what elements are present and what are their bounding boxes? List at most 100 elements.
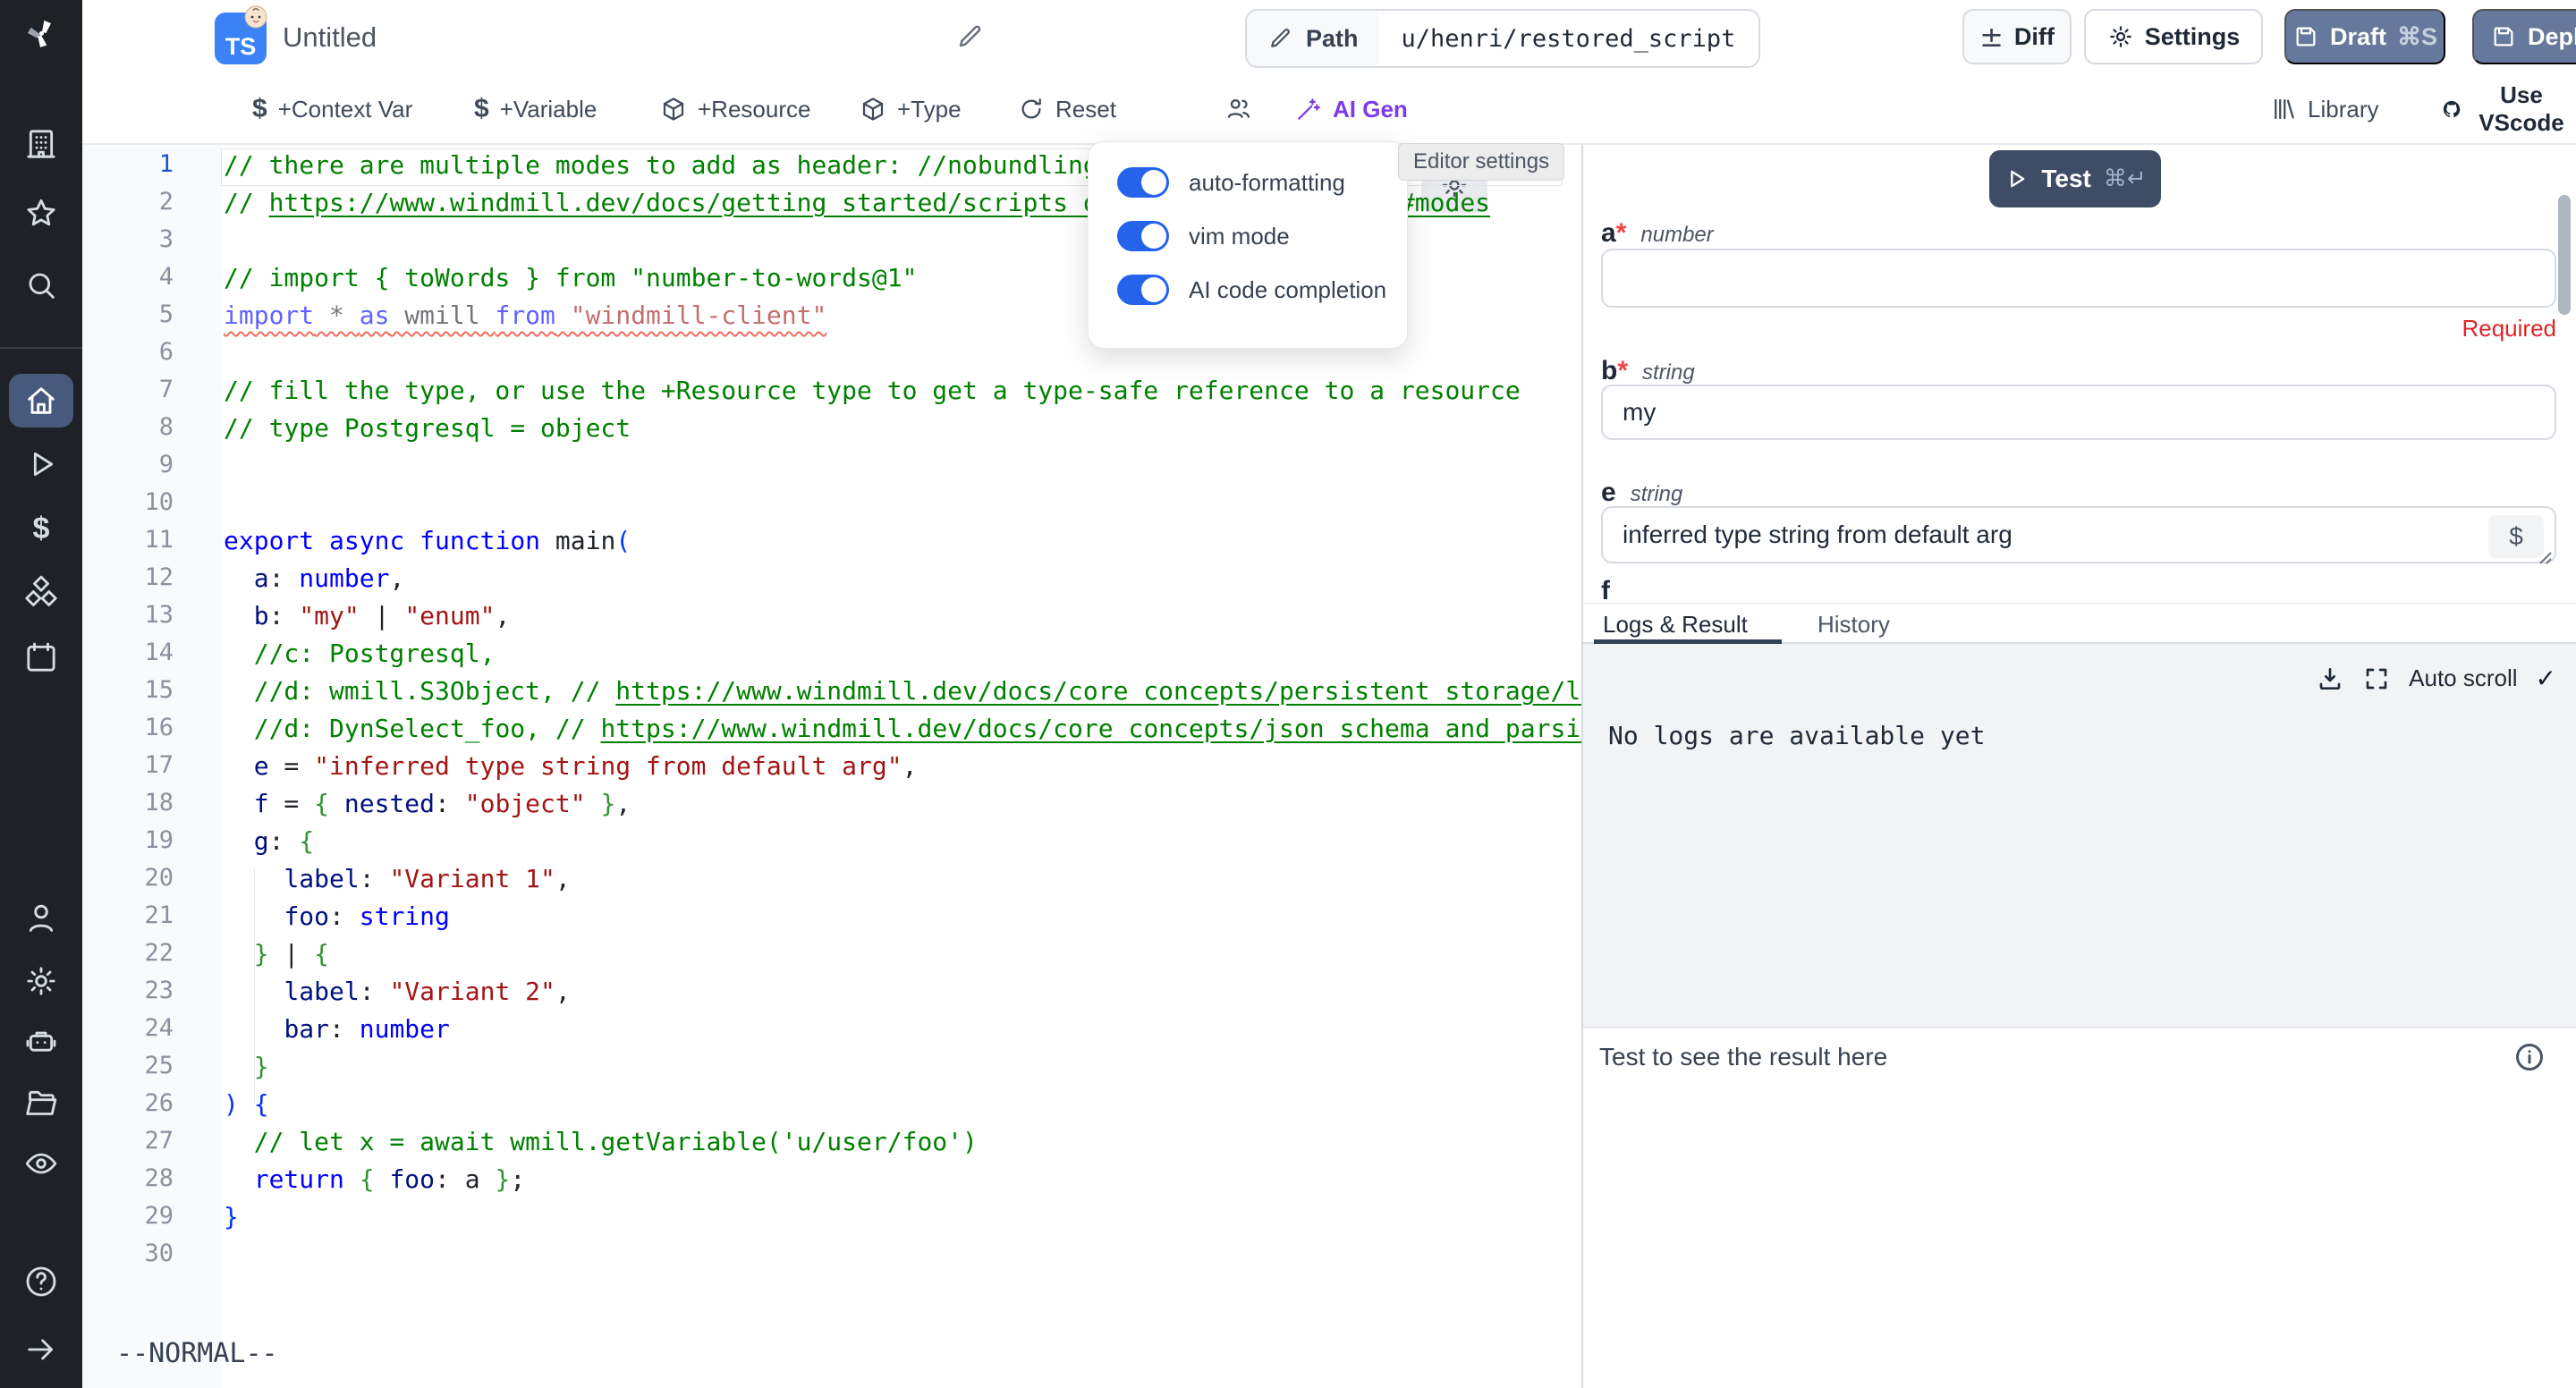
setting-toggle-on[interactable] <box>1117 167 1169 198</box>
code-line[interactable]: // there are multiple modes to add as he… <box>224 150 1098 188</box>
context-var-dollar-icon: $ <box>252 94 267 124</box>
field-a-input[interactable] <box>1601 249 2556 308</box>
tab-history[interactable]: History <box>1818 611 1890 639</box>
code-line[interactable]: label: "Variant 2", <box>224 977 571 1014</box>
add-context-var-button[interactable]: $ +Context Var <box>247 75 418 143</box>
code-line[interactable]: f = { nested: "object" }, <box>224 789 631 826</box>
required-asterisk: * <box>1616 218 1627 248</box>
line-number: 27 <box>82 1127 174 1164</box>
setting-label: AI code completion <box>1189 276 1386 304</box>
auto-scroll-checkmark-icon[interactable]: ✓ <box>2536 664 2556 693</box>
code-line[interactable]: //c: Postgresql, <box>224 639 495 676</box>
sidebar-item-settings-gear-icon[interactable] <box>21 961 62 1002</box>
deploy-floppy-icon <box>2490 23 2517 50</box>
code-line[interactable]: import * as wmill from "windmill-client" <box>224 300 826 338</box>
workspace-building-icon[interactable] <box>21 123 62 165</box>
save-draft-floppy-icon <box>2292 23 2319 50</box>
code-line[interactable]: a: number, <box>224 563 404 601</box>
draft-button[interactable]: Draft ⌘S <box>2284 9 2445 64</box>
add-type-button[interactable]: +Type <box>854 75 967 143</box>
code-line[interactable]: // type Postgresql = object <box>224 413 631 451</box>
setting-toggle-on[interactable] <box>1117 275 1169 305</box>
windmill-logo-icon[interactable] <box>21 13 62 54</box>
use-vscode-button[interactable]: Use VScode <box>2436 75 2576 143</box>
line-number: 15 <box>82 676 174 714</box>
path-value[interactable]: u/henri/restored_script <box>1378 11 1759 66</box>
code-line[interactable]: export async function main( <box>224 526 631 563</box>
field-a-label: a* number <box>1601 218 1714 249</box>
favorites-star-icon[interactable] <box>21 193 62 234</box>
tab-logs-and-result[interactable]: Logs & Result <box>1603 611 1748 639</box>
sidebar-item-schedules-calendar-icon[interactable] <box>21 637 62 678</box>
code-line[interactable]: //d: DynSelect_foo, // https://www.windm… <box>224 714 1581 751</box>
line-number: 6 <box>82 338 174 376</box>
line-number: 12 <box>82 563 174 601</box>
collaborators-people-icon[interactable] <box>1225 75 1252 143</box>
help-question-icon[interactable] <box>21 1261 62 1302</box>
add-variable-button[interactable]: $ +Variable <box>469 75 602 143</box>
search-icon[interactable] <box>21 265 62 306</box>
textarea-resize-grip[interactable] <box>2533 546 2553 565</box>
vim-mode-status: --NORMAL-- <box>116 1338 278 1369</box>
field-b-input[interactable]: my <box>1601 385 2556 440</box>
magic-wand-icon <box>1295 96 1322 123</box>
code-line[interactable]: b: "my" | "enum", <box>224 601 510 639</box>
play-icon <box>2004 166 2029 191</box>
line-number: 20 <box>82 864 174 901</box>
download-logs-icon[interactable] <box>2316 664 2344 693</box>
script-path-field[interactable]: Path u/henri/restored_script <box>1245 9 1760 68</box>
line-number: 13 <box>82 601 174 639</box>
code-line[interactable]: return { foo: a }; <box>224 1164 525 1202</box>
app-sidebar: $ <box>0 0 82 1388</box>
lang-badge-label: TS <box>225 33 257 61</box>
sidebar-item-users-person-icon[interactable] <box>21 898 62 939</box>
code-line[interactable]: // let x = await wmill.getVariable('u/us… <box>224 1127 978 1164</box>
code-line[interactable]: } <box>224 1052 269 1089</box>
run-panel: Test ⌘↵ a* number Required b* string my … <box>1581 145 2576 1388</box>
settings-button[interactable]: Settings <box>2084 9 2263 64</box>
editor-setting-row: auto-formatting <box>1117 167 1407 198</box>
line-number: 8 <box>82 413 174 451</box>
deploy-button[interactable]: Deploy <box>2472 9 2576 64</box>
sidebar-item-runs-play-icon[interactable] <box>21 444 62 485</box>
expand-logs-icon[interactable] <box>2362 664 2391 693</box>
line-number: 3 <box>82 225 174 263</box>
path-label-section: Path <box>1247 11 1378 66</box>
code-line[interactable]: bar: number <box>224 1014 450 1052</box>
test-button[interactable]: Test ⌘↵ <box>1989 150 2161 207</box>
line-number: 5 <box>82 300 174 338</box>
sidebar-item-folders-folder-icon[interactable] <box>21 1082 62 1123</box>
code-line[interactable]: ) { <box>224 1089 269 1127</box>
ai-gen-button[interactable]: AI Gen <box>1290 75 1413 143</box>
code-line[interactable]: label: "Variant 1", <box>224 864 571 901</box>
diff-button[interactable]: ± Diff <box>1962 9 2072 64</box>
code-line[interactable]: // fill the type, or use the +Resource t… <box>224 376 1521 413</box>
form-scrollbar-thumb[interactable] <box>2558 195 2571 315</box>
library-button[interactable]: Library <box>2265 75 2384 143</box>
line-number: 2 <box>82 188 174 225</box>
sidebar-expand-arrow-icon[interactable] <box>21 1329 62 1370</box>
code-line[interactable]: // import { toWords } from "number-to-wo… <box>224 263 917 300</box>
reset-button[interactable]: Reset <box>1013 75 1122 143</box>
edit-title-pencil-icon[interactable] <box>954 21 985 56</box>
add-resource-button[interactable]: +Resource <box>655 75 816 143</box>
logs-toolbar: Auto scroll ✓ <box>2316 664 2556 693</box>
sidebar-item-resources-cubes-icon[interactable] <box>21 572 62 614</box>
code-line[interactable]: g: { <box>224 826 314 864</box>
sidebar-item-audit-eye-icon[interactable] <box>21 1143 62 1184</box>
code-line[interactable]: e = "inferred type string from default a… <box>224 751 917 789</box>
sidebar-item-workers-robot-icon[interactable] <box>21 1021 62 1062</box>
code-line[interactable]: } <box>224 1202 239 1240</box>
field-e-input[interactable]: inferred type string from default arg <box>1601 506 2556 563</box>
sidebar-item-home[interactable] <box>9 374 73 427</box>
auto-scroll-label[interactable]: Auto scroll <box>2409 664 2517 692</box>
code-line[interactable]: } | { <box>224 939 329 977</box>
field-b-label: b* string <box>1601 356 1695 386</box>
toggle-knob <box>1141 224 1166 249</box>
setting-toggle-on[interactable] <box>1117 221 1169 251</box>
sidebar-item-variables-dollar-icon[interactable]: $ <box>21 508 62 549</box>
code-line[interactable]: foo: string <box>224 901 450 939</box>
info-icon[interactable] <box>2513 1041 2546 1073</box>
variable-dollar-icon: $ <box>474 94 489 124</box>
code-line[interactable]: //d: wmill.S3Object, // https://www.wind… <box>224 676 1581 714</box>
